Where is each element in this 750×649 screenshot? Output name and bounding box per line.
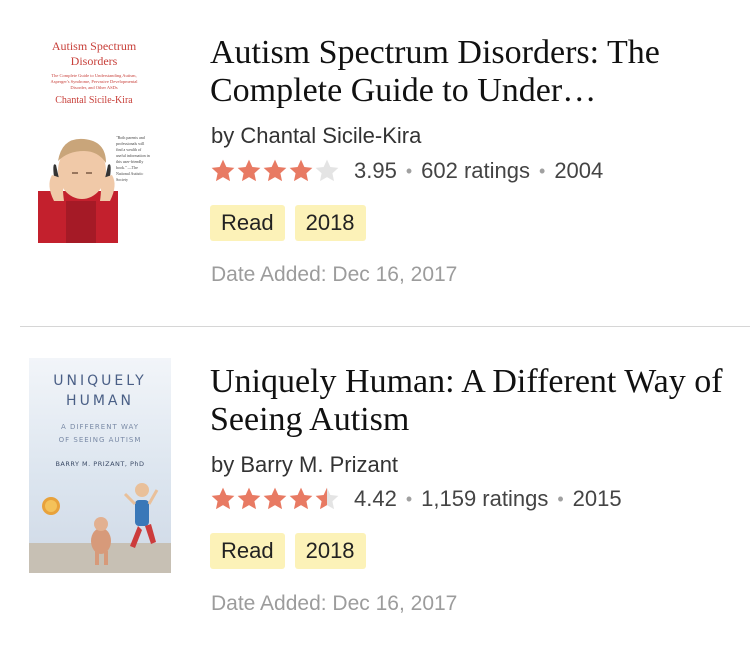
star-full-icon: [263, 487, 287, 510]
rating-row: 4.42 • 1,159 ratings • 2015: [210, 486, 622, 512]
book-author[interactable]: by Barry M. Prizant: [211, 452, 398, 478]
shelf-tag-2018[interactable]: 2018: [294, 205, 366, 241]
rating-row: 3.95 • 602 ratings • 2004: [210, 158, 603, 184]
separator-dot: •: [539, 160, 546, 181]
book-cover[interactable]: Autism Spectrum Disorders The Complete G…: [38, 33, 150, 243]
star-full-icon: [237, 159, 261, 182]
date-added: Date Added: Dec 16, 2017: [211, 263, 458, 286]
star-full-icon: [211, 487, 235, 510]
shelf-tags: Read 2018: [210, 533, 366, 569]
ratings-count: 602 ratings: [421, 158, 530, 183]
cover-author: BARRY M. PRIZANT, PhD: [55, 460, 145, 468]
cover-quote: "Both parents and professionals will fin…: [116, 135, 150, 182]
star-full-icon: [289, 487, 313, 510]
shelf-tag-2018[interactable]: 2018: [294, 533, 366, 569]
cover-subtitle: The Complete Guide to Understanding Auti…: [50, 73, 138, 90]
publication-year: 2004: [554, 158, 604, 183]
book-item-uniquely-human[interactable]: UNIQUELY HUMAN A DIFFERENT WAY OF SEEING…: [0, 327, 750, 649]
ratings-count: 1,159 ratings: [421, 486, 549, 511]
book-cover[interactable]: UNIQUELY HUMAN A DIFFERENT WAY OF SEEING…: [29, 358, 171, 573]
shelf-tag-read[interactable]: Read: [210, 533, 285, 569]
rating-stars: [210, 158, 340, 184]
rating-stars: [210, 486, 340, 512]
star-half-icon: [315, 487, 339, 510]
cover-title: UNIQUELY HUMAN: [53, 373, 147, 409]
star-full-icon: [237, 487, 261, 510]
cover-subtitle: A DIFFERENT WAY OF SEEING AUTISM: [58, 423, 142, 444]
date-added: Date Added: Dec 16, 2017: [211, 592, 458, 615]
cover-author: Chantal Sicile-Kira: [55, 95, 133, 106]
book-author[interactable]: by Chantal Sicile-Kira: [211, 123, 421, 149]
separator-dot: •: [405, 488, 413, 509]
shelf-tags: Read 2018: [210, 205, 366, 241]
shelf-tag-read[interactable]: Read: [210, 205, 285, 241]
average-rating: 3.95: [354, 158, 397, 183]
star-full-icon: [211, 159, 235, 182]
book-title[interactable]: Autism Spectrum Disorders: The Complete …: [210, 34, 730, 110]
book-title[interactable]: Uniquely Human: A Different Way of Seein…: [210, 363, 730, 439]
star-full-icon: [263, 159, 287, 182]
separator-dot: •: [405, 160, 413, 181]
book-item-autism-spectrum-disorders[interactable]: Autism Spectrum Disorders The Complete G…: [0, 0, 750, 326]
average-rating: 4.42: [354, 486, 397, 511]
star-full-icon: [289, 159, 313, 182]
publication-year: 2015: [572, 486, 622, 511]
cover-title: Autism Spectrum Disorders: [51, 39, 137, 68]
star-empty-icon: [315, 159, 339, 182]
separator-dot: •: [557, 488, 564, 509]
